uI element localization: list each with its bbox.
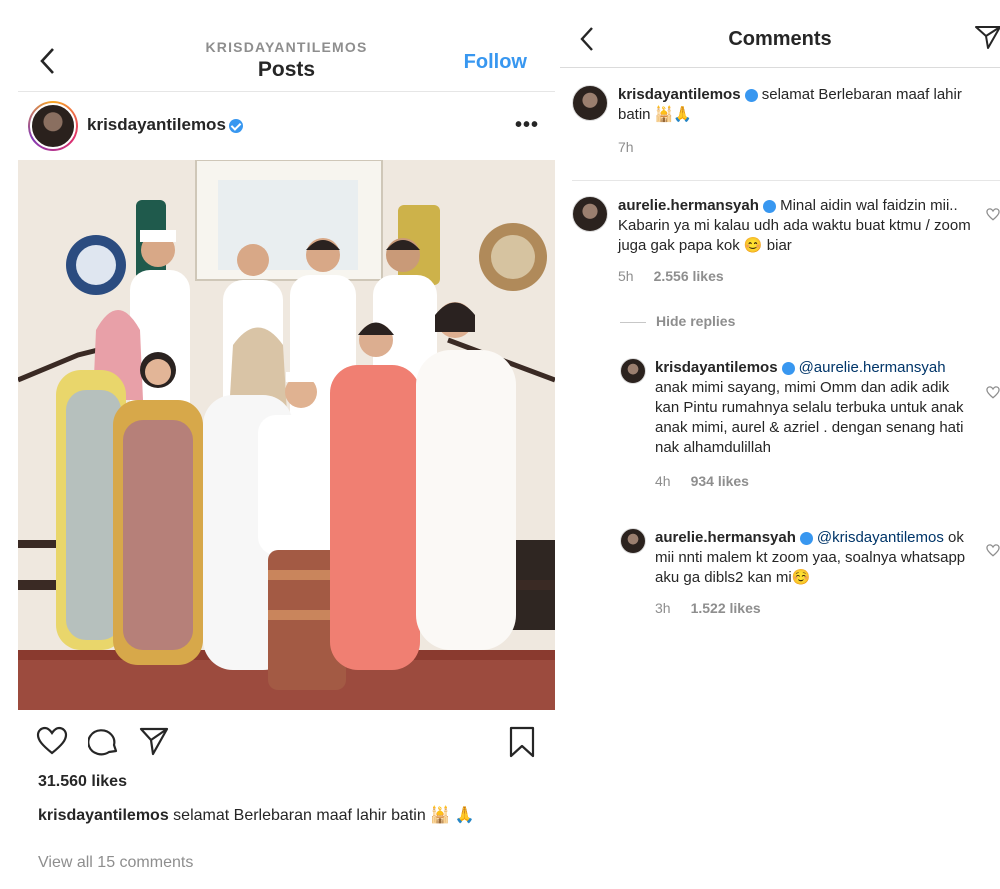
avatar[interactable]: [572, 196, 608, 232]
comment-mention[interactable]: @aurelie.hermansyah: [799, 359, 946, 376]
comments-top-bar: Comments: [560, 10, 1000, 68]
family-photo-illustration: [18, 160, 555, 710]
post-photo[interactable]: [18, 160, 555, 710]
comment-username[interactable]: aurelie.hermansyah: [618, 197, 759, 214]
page-title: Comments: [728, 28, 832, 50]
comment-time: 7h: [618, 139, 634, 155]
comment-meta: 7h: [618, 139, 654, 155]
view-all-comments-link[interactable]: View all 15 comments: [38, 854, 193, 872]
reply-item: aurelie.hermansyah @krisdayantilemos ok m…: [620, 528, 1000, 618]
comment-meta: 5h 2.556 likes: [618, 268, 744, 284]
verified-badge-icon: [799, 531, 813, 545]
post-panel: KRISDAYANTILEMOS Posts Follow krisdayant…: [18, 20, 555, 889]
comment-time: 5h: [618, 268, 634, 284]
comment-meta: 3h 1.522 likes: [655, 600, 781, 616]
likes-count[interactable]: 31.560 likes: [38, 773, 127, 791]
comment-body: krisdayantilemos @aurelie.hermansyah anak…: [655, 358, 975, 458]
comment-body: krisdayantilemos selamat Berlebaran maaf…: [618, 85, 998, 125]
more-options-icon[interactable]: •••: [515, 114, 539, 137]
comment-item: aurelie.hermansyah Minal aidin wal faidz…: [572, 196, 1000, 286]
avatar[interactable]: [28, 101, 78, 151]
caption-comment: krisdayantilemos selamat Berlebaran maaf…: [572, 85, 1000, 181]
hide-replies-button[interactable]: Hide replies: [620, 313, 735, 329]
paper-plane-icon[interactable]: [138, 726, 170, 756]
verified-badge-icon: [744, 88, 758, 102]
comment-meta: 4h 934 likes: [655, 473, 769, 489]
post-username-row[interactable]: krisdayantilemos: [87, 115, 243, 135]
post-header: krisdayantilemos •••: [18, 98, 555, 154]
comment-likes[interactable]: 1.522 likes: [691, 600, 761, 616]
post-actions: [18, 726, 555, 766]
follow-button[interactable]: Follow: [464, 51, 527, 74]
heart-icon[interactable]: [986, 208, 1000, 221]
comment-username[interactable]: krisdayantilemos: [655, 359, 778, 376]
comment-icon[interactable]: [88, 726, 120, 756]
comment-username[interactable]: krisdayantilemos: [618, 86, 741, 103]
comment-text: anak mimi sayang, mimi Omm dan adik adik…: [655, 379, 964, 456]
comment-body: aurelie.hermansyah Minal aidin wal faidz…: [618, 196, 978, 256]
comment-likes[interactable]: 2.556 likes: [654, 268, 724, 284]
reply-item: krisdayantilemos @aurelie.hermansyah anak…: [620, 358, 1000, 489]
comments-panel: Comments krisdayantilemos selamat Berleb…: [560, 10, 1000, 889]
avatar[interactable]: [572, 85, 608, 121]
heart-icon[interactable]: [986, 386, 1000, 399]
bookmark-icon[interactable]: [508, 726, 536, 758]
post-top-bar: KRISDAYANTILEMOS Posts Follow: [18, 20, 555, 92]
verified-badge-icon: [228, 118, 243, 133]
caption-username[interactable]: krisdayantilemos: [38, 807, 169, 824]
comment-time: 3h: [655, 600, 671, 616]
heart-icon[interactable]: [986, 544, 1000, 557]
avatar[interactable]: [620, 528, 646, 554]
comment-username[interactable]: aurelie.hermansyah: [655, 529, 796, 546]
avatar[interactable]: [620, 358, 646, 384]
verified-badge-icon: [781, 361, 795, 375]
paper-plane-icon[interactable]: [974, 24, 1000, 50]
post-username[interactable]: krisdayantilemos: [87, 115, 226, 134]
comment-likes[interactable]: 934 likes: [691, 473, 749, 489]
heart-icon[interactable]: [36, 726, 68, 756]
caption-text: selamat Berlebaran maaf lahir batin 🕌 🙏: [168, 807, 475, 824]
post-caption: krisdayantilemos selamat Berlebaran maaf…: [38, 802, 538, 829]
comment-body: aurelie.hermansyah @krisdayantilemos ok m…: [655, 528, 975, 588]
comment-time: 4h: [655, 473, 671, 489]
verified-badge-icon: [762, 199, 776, 213]
comment-mention[interactable]: @krisdayantilemos: [817, 529, 944, 546]
